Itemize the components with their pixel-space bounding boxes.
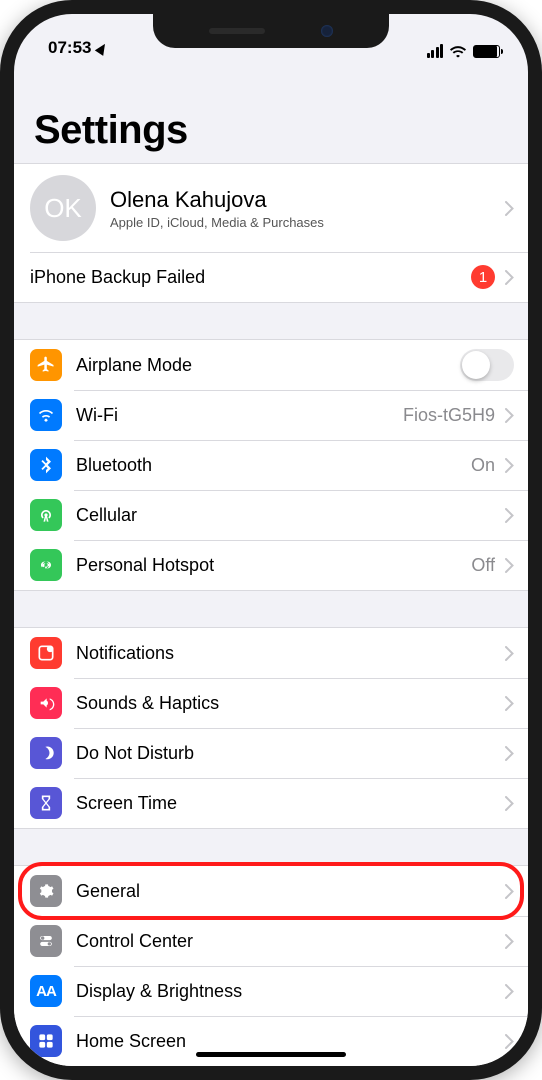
- row-label: Do Not Disturb: [76, 743, 495, 764]
- avatar-initials: OK: [44, 193, 82, 224]
- row-label: Bluetooth: [76, 455, 463, 476]
- chevron-right-icon: [505, 796, 514, 811]
- chevron-right-icon: [505, 984, 514, 999]
- battery-icon: [473, 45, 500, 58]
- row-display-brightness[interactable]: AA Display & Brightness: [14, 966, 528, 1016]
- chevron-right-icon: [505, 270, 514, 285]
- sliders-icon: [30, 925, 62, 957]
- group-network: Airplane Mode Wi-Fi Fios-tG5H9 Bluetooth…: [14, 339, 528, 591]
- row-notifications[interactable]: Notifications: [14, 628, 528, 678]
- chevron-right-icon: [505, 1034, 514, 1049]
- row-bluetooth[interactable]: Bluetooth On: [14, 440, 528, 490]
- hourglass-icon: [30, 787, 62, 819]
- notifications-icon: [30, 637, 62, 669]
- moon-icon: [30, 737, 62, 769]
- chevron-right-icon: [505, 408, 514, 423]
- location-icon: [95, 41, 109, 56]
- row-label: Home Screen: [76, 1031, 495, 1052]
- airplane-toggle[interactable]: [460, 349, 514, 381]
- bluetooth-icon: [30, 449, 62, 481]
- row-personal-hotspot[interactable]: Personal Hotspot Off: [14, 540, 528, 590]
- group-alerts: Notifications Sounds & Haptics Do Not: [14, 627, 528, 829]
- cellular-signal-icon: [427, 44, 444, 58]
- row-screen-time[interactable]: Screen Time: [14, 778, 528, 828]
- row-wifi[interactable]: Wi-Fi Fios-tG5H9: [14, 390, 528, 440]
- phone-frame: 07:53 Settings OK: [0, 0, 542, 1080]
- row-apple-id[interactable]: OK Olena Kahujova Apple ID, iCloud, Medi…: [14, 164, 528, 252]
- chevron-right-icon: [505, 746, 514, 761]
- group-general: General Control Center AA Display & Bri: [14, 865, 528, 1066]
- wifi-icon: [30, 399, 62, 431]
- chevron-right-icon: [505, 934, 514, 949]
- row-detail: Fios-tG5H9: [403, 405, 495, 426]
- home-grid-icon: [30, 1025, 62, 1057]
- row-control-center[interactable]: Control Center: [14, 916, 528, 966]
- screen: 07:53 Settings OK: [14, 14, 528, 1066]
- display-icon: AA: [30, 975, 62, 1007]
- gear-icon: [30, 875, 62, 907]
- row-label: General: [76, 881, 495, 902]
- cellular-icon: [30, 499, 62, 531]
- status-time: 07:53: [48, 38, 91, 58]
- badge: 1: [471, 265, 495, 289]
- row-sounds-haptics[interactable]: Sounds & Haptics: [14, 678, 528, 728]
- sounds-icon: [30, 687, 62, 719]
- chevron-right-icon: [505, 458, 514, 473]
- page-title: Settings: [34, 108, 508, 153]
- group-profile: OK Olena Kahujova Apple ID, iCloud, Medi…: [14, 163, 528, 303]
- row-label: Display & Brightness: [76, 981, 495, 1002]
- row-label: Sounds & Haptics: [76, 693, 495, 714]
- page-header: Settings: [14, 60, 528, 163]
- row-detail: Off: [471, 555, 495, 576]
- chevron-right-icon: [505, 508, 514, 523]
- wifi-status-icon: [449, 44, 467, 58]
- avatar: OK: [30, 175, 96, 241]
- chevron-right-icon: [505, 201, 514, 216]
- row-general[interactable]: General: [14, 866, 528, 916]
- row-cellular[interactable]: Cellular: [14, 490, 528, 540]
- notch: [153, 14, 389, 48]
- row-detail: On: [471, 455, 495, 476]
- chevron-right-icon: [505, 558, 514, 573]
- row-label: Control Center: [76, 931, 495, 952]
- profile-subtitle: Apple ID, iCloud, Media & Purchases: [110, 215, 495, 230]
- chevron-right-icon: [505, 696, 514, 711]
- row-label: Screen Time: [76, 793, 495, 814]
- airplane-icon: [30, 349, 62, 381]
- home-indicator[interactable]: [196, 1052, 346, 1057]
- row-label: iPhone Backup Failed: [30, 267, 463, 288]
- chevron-right-icon: [505, 884, 514, 899]
- row-do-not-disturb[interactable]: Do Not Disturb: [14, 728, 528, 778]
- hotspot-icon: [30, 549, 62, 581]
- row-label: Wi-Fi: [76, 405, 395, 426]
- chevron-right-icon: [505, 646, 514, 661]
- row-label: Personal Hotspot: [76, 555, 463, 576]
- profile-name: Olena Kahujova: [110, 187, 495, 213]
- row-label: Cellular: [76, 505, 495, 526]
- row-home-screen[interactable]: Home Screen: [14, 1016, 528, 1066]
- row-backup-failed[interactable]: iPhone Backup Failed 1: [14, 252, 528, 302]
- row-airplane-mode[interactable]: Airplane Mode: [14, 340, 528, 390]
- row-label: Airplane Mode: [76, 355, 460, 376]
- row-label: Notifications: [76, 643, 495, 664]
